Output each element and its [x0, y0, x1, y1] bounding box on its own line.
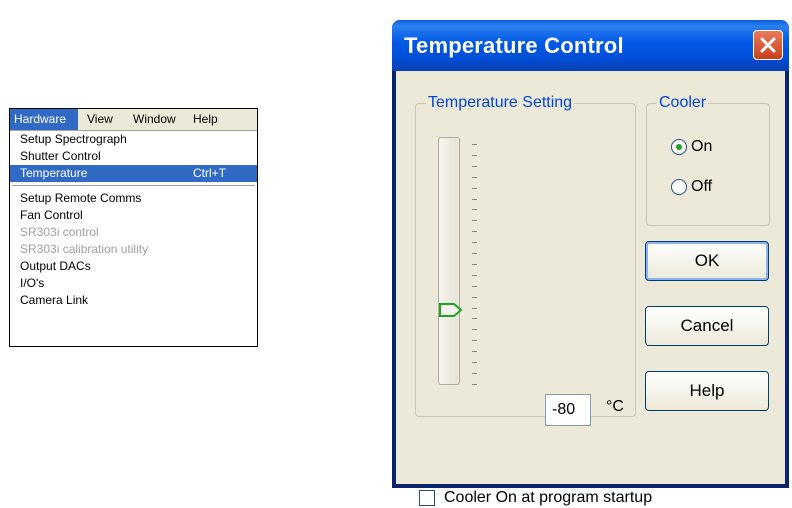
dialog-client-area: Temperature Setting -80 °C Cooler On Off…	[396, 71, 785, 506]
cooler-on-label: On	[691, 138, 713, 155]
close-icon	[760, 37, 776, 53]
cooler-label: Cooler	[657, 93, 709, 113]
menu-bar: Hardware View Window Help	[10, 109, 257, 131]
slider-tick	[472, 263, 477, 265]
slider-tick	[472, 231, 477, 233]
slider-tick	[472, 340, 477, 342]
slider-tick	[472, 351, 477, 353]
menu-item-camera-link[interactable]: Camera Link	[10, 292, 257, 309]
dialog-titlebar[interactable]: Temperature Control	[392, 20, 789, 71]
help-button[interactable]: Help	[645, 371, 769, 411]
slider-tick	[472, 154, 477, 156]
cancel-button[interactable]: Cancel	[645, 306, 769, 346]
cooler-group: Cooler On Off	[646, 93, 770, 226]
slider-tick	[472, 187, 477, 189]
menu-item-sr303i-control: SR303i control	[20, 225, 99, 239]
cooler-startup-label: Cooler On at program startup	[444, 489, 653, 506]
slider-tick	[472, 176, 477, 178]
menu-item-shutter-control[interactable]: Shutter Control	[10, 148, 257, 165]
cooler-on-radio[interactable]	[671, 139, 687, 155]
menu-help[interactable]: Help	[189, 109, 222, 130]
temperature-input[interactable]: -80	[545, 394, 591, 426]
hardware-menu-panel: Hardware View Window Help Setup Spectrog…	[9, 108, 258, 347]
slider-tick	[472, 296, 477, 298]
temperature-unit: °C	[606, 398, 624, 415]
menu-hardware[interactable]: Hardware	[10, 109, 78, 130]
slider-tick	[472, 274, 477, 276]
slider-tick	[472, 285, 477, 287]
slider-tick	[472, 209, 477, 211]
cooler-off-radio[interactable]	[671, 179, 687, 195]
menu-item-temperature[interactable]: Temperature Ctrl+T	[10, 165, 257, 182]
slider-tick	[472, 307, 477, 309]
menu-item-fan-control[interactable]: Fan Control	[10, 207, 257, 224]
slider-tick	[472, 253, 477, 254]
slider-tick	[472, 165, 477, 167]
slider-tick	[472, 372, 477, 374]
temperature-slider-track[interactable]	[438, 137, 460, 385]
cooler-off-label: Off	[691, 178, 713, 195]
menu-view[interactable]: View	[83, 109, 117, 130]
menu-separator	[10, 182, 257, 190]
menu-window[interactable]: Window	[129, 109, 180, 130]
menu-item-shortcut: Ctrl+T	[193, 166, 226, 180]
slider-tick	[472, 383, 477, 385]
temperature-slider-thumb[interactable]	[439, 303, 463, 317]
menu-item-output-dacs[interactable]: Output DACs	[10, 258, 257, 275]
slider-tick	[472, 242, 477, 244]
slider-tick	[472, 318, 477, 320]
ok-button[interactable]: OK	[645, 241, 769, 281]
menu-item-sr303i-calibration: SR303i calibration utility	[20, 242, 149, 256]
menu-item-setup-spectrograph[interactable]: Setup Spectrograph	[10, 131, 257, 148]
menu-item-label: Temperature	[20, 166, 88, 180]
slider-tick	[472, 144, 477, 145]
slider-tick	[472, 362, 477, 363]
slider-tick	[472, 329, 477, 331]
temperature-setting-label: Temperature Setting	[426, 93, 575, 113]
cooler-startup-checkbox[interactable]	[419, 490, 435, 506]
temperature-setting-group: Temperature Setting -80 °C	[415, 93, 636, 426]
dialog-title: Temperature Control	[404, 33, 624, 58]
slider-tick	[472, 198, 477, 200]
close-button[interactable]	[753, 30, 783, 60]
menu-item-io[interactable]: I/O's	[10, 275, 257, 292]
radio-selected-dot	[676, 144, 682, 150]
menu-item-setup-remote-comms[interactable]: Setup Remote Comms	[10, 190, 257, 207]
slider-tick	[472, 220, 477, 222]
hardware-dropdown: Setup Spectrograph Shutter Control Tempe…	[10, 131, 257, 309]
temperature-control-dialog: Temperature Control Temperature Setting …	[392, 20, 789, 506]
